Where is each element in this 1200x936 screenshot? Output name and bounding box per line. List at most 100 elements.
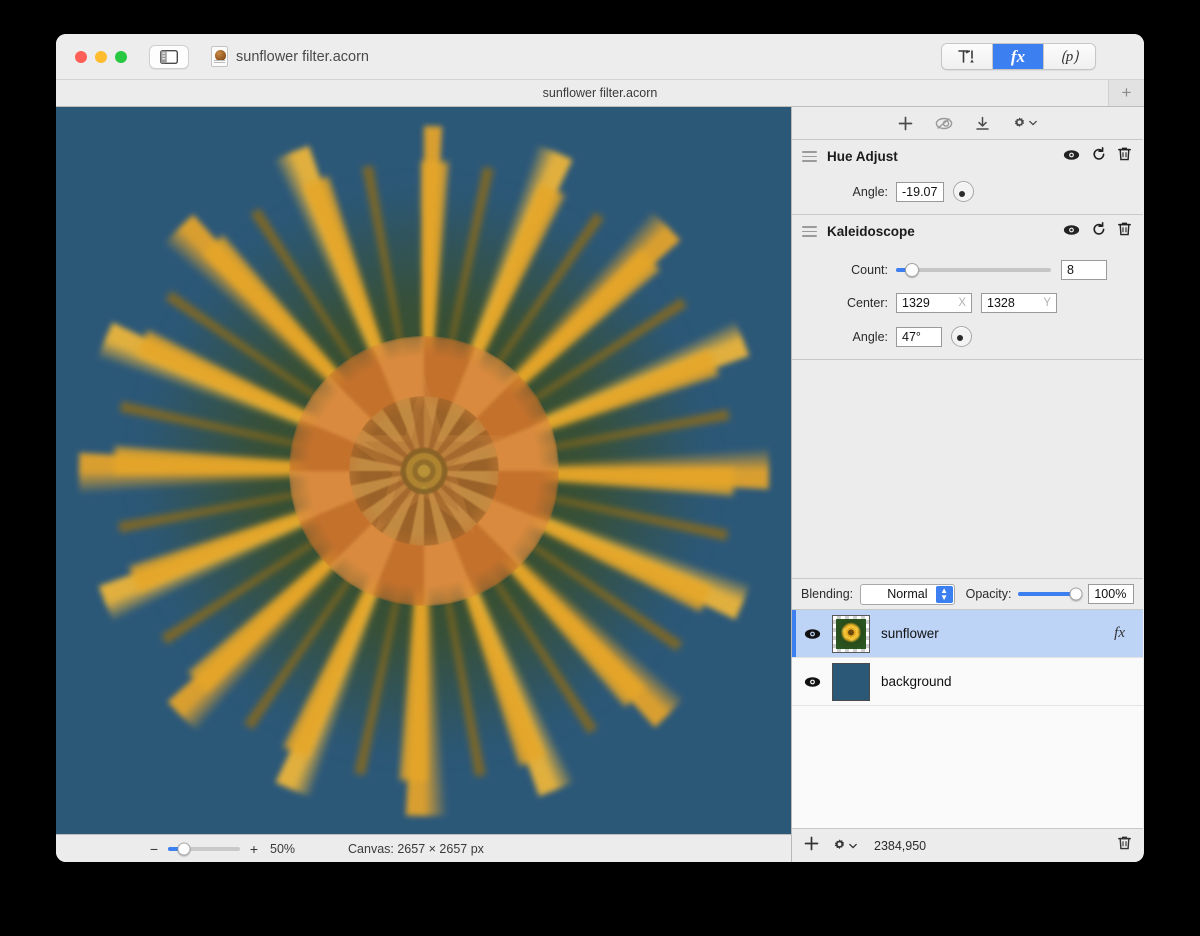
kaleidoscope-angle-dial[interactable] [951,326,972,347]
drag-handle-icon[interactable] [802,151,817,162]
center-y-tag: Y [1043,297,1051,309]
opacity-label: Opacity: [965,587,1012,601]
filter-reset-button[interactable] [1092,147,1106,166]
canvas-size-label: Canvas: 2657 × 2657 px [348,841,484,856]
opacity-field[interactable]: 100% [1088,584,1134,604]
filter-name-label: Kaleidoscope [827,224,915,239]
layer-name-label: background [881,674,952,689]
layer-visibility-toggle[interactable] [804,676,821,688]
opacity-slider[interactable] [1018,587,1083,601]
layer-fx-badge[interactable]: fx [1114,625,1125,642]
download-icon [976,116,989,130]
document-tab-title[interactable]: sunflower filter.acorn [543,86,658,100]
zoom-out-button[interactable]: − [149,841,159,857]
traffic-lights [75,50,127,63]
reset-icon [1093,222,1105,235]
count-slider-knob[interactable] [904,263,919,277]
eye-icon [1063,224,1080,235]
filter-reset-button[interactable] [1092,222,1106,241]
kaleidoscope-angle-field[interactable]: 47° [896,326,942,347]
zoom-in-button[interactable]: + [249,841,259,857]
blending-row: Blending: Normal ▲ ▼ Opacity: 100% [792,578,1143,610]
trash-icon [1118,836,1131,850]
blending-mode-select[interactable]: Normal ▲ ▼ [860,583,955,605]
layer-row-background[interactable]: background [792,658,1143,706]
hue-angle-row: Angle: -19.07 [792,181,1143,202]
tab-presets-label: ⟮p⟯ [1060,48,1079,65]
layers-list: sunflower fx background [792,610,1143,828]
delete-layer-button[interactable] [1118,836,1131,855]
inspector-spacer [792,360,1143,578]
zoom-button[interactable] [115,50,127,63]
titlebar: sunflower filter.acorn fx ⟮p⟯ [56,34,1144,80]
zoom-slider-knob[interactable] [177,842,191,855]
drag-handle-icon[interactable] [802,226,817,237]
cursor-coordinates-label: 2384,950 [874,838,927,853]
hue-angle-field[interactable]: -19.07 [896,181,944,202]
filter-hue-adjust: Hue Adjust Angle: -19.07 [792,140,1143,215]
tab-tools[interactable] [942,44,993,69]
zoom-slider[interactable] [168,842,240,855]
dial-indicator [959,191,965,197]
layer-row-sunflower[interactable]: sunflower fx [792,610,1143,658]
opacity-slider-knob[interactable] [1069,587,1083,601]
filter-kaleidoscope: Kaleidoscope Count: 8 Center: 1329 X 132… [792,215,1143,360]
layer-thumbnail [832,662,870,701]
filter-name-label: Hue Adjust [827,149,898,164]
zoom-level-label: 50% [270,841,296,856]
layer-thumbnail [832,614,870,653]
gear-icon [1014,116,1025,127]
acorn-document-icon [211,46,228,67]
center-y-field[interactable]: 1328 Y [981,293,1057,313]
gear-icon [834,839,845,850]
main-body: − + 50% Canvas: 2657 × 2657 px Hue Adjus… [56,107,1144,862]
document-chip[interactable]: sunflower filter.acorn [211,46,369,67]
layer-name-label: sunflower [881,626,939,641]
toggle-preview-button[interactable] [935,117,953,130]
opacity-slider-fill [1018,592,1077,596]
layer-visibility-toggle[interactable] [804,628,821,640]
chevron-down-icon: ▼ [940,593,949,602]
tab-presets[interactable]: ⟮p⟯ [1044,44,1095,69]
hue-angle-dial[interactable] [953,181,974,202]
kaleidoscope-artwork [56,107,791,834]
blending-mode-value: Normal [887,587,928,601]
tools-icon [958,49,974,63]
center-x-tag: X [958,297,966,309]
filter-visibility-toggle[interactable] [1063,223,1080,241]
canvas-status-bar: − + 50% Canvas: 2657 × 2657 px [56,834,791,862]
new-tab-button[interactable]: + [1108,80,1144,106]
filter-delete-button[interactable] [1118,147,1131,166]
sidebar-icon [160,49,178,64]
minimize-button[interactable] [95,50,107,63]
filter-delete-button[interactable] [1118,222,1131,241]
count-label: Count: [851,263,888,277]
layer-options-button[interactable] [832,838,857,853]
kaleidoscope-center-row: Center: 1329 X 1328 Y [792,293,1143,313]
document-tab-bar: sunflower filter.acorn + [56,80,1144,107]
image-canvas[interactable] [56,107,791,834]
sidebar-toggle-button[interactable] [149,44,189,69]
center-x-field[interactable]: 1329 X [896,293,972,313]
layers-bottom-bar: 2384,950 [792,828,1143,862]
center-label: Center: [847,296,888,310]
add-layer-button[interactable] [804,836,819,856]
trash-icon [1118,147,1131,161]
filter-header[interactable]: Kaleidoscope [792,215,1143,248]
export-filter-button[interactable] [975,116,990,131]
window-title: sunflower filter.acorn [236,48,369,65]
kaleidoscope-angle-label: Angle: [852,329,888,344]
add-filter-button[interactable] [898,116,913,131]
filter-header[interactable]: Hue Adjust [792,140,1143,173]
chevron-down-icon [849,843,857,849]
close-button[interactable] [75,50,87,63]
tab-filters[interactable]: fx [993,44,1044,69]
artwork-star-overlay [341,373,506,534]
filter-header-actions [1063,222,1131,241]
count-slider[interactable] [896,263,1051,277]
filter-visibility-toggle[interactable] [1063,148,1080,166]
filter-header-actions [1063,147,1131,166]
mode-segmented-control[interactable]: fx ⟮p⟯ [941,43,1096,70]
count-field[interactable]: 8 [1061,260,1107,280]
filter-options-button[interactable] [1012,116,1037,131]
